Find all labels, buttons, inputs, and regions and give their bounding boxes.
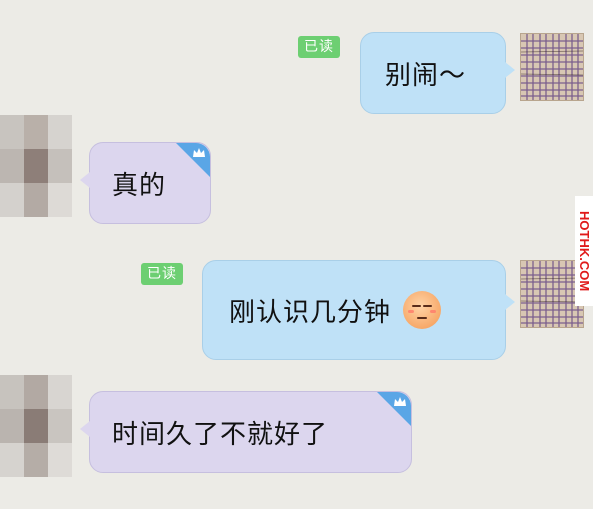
read-receipt-badge: 已读 [298, 36, 340, 58]
message-text: 别闹～ [385, 60, 467, 91]
message-text: 真的 [112, 170, 167, 201]
user-avatar[interactable] [520, 33, 584, 101]
message-text: 刚认识几分钟 [229, 297, 392, 328]
bubble-tail [505, 294, 515, 310]
message-bubble-outgoing[interactable]: 刚认识几分钟 [202, 260, 506, 360]
crown-icon [394, 397, 406, 406]
message-bubble-incoming[interactable]: 时间久了不就好了 [89, 391, 412, 473]
contact-avatar-blurred[interactable] [0, 375, 72, 477]
contact-avatar-blurred[interactable] [0, 115, 72, 217]
watermark: HOTHK.COM [575, 196, 593, 306]
message-text: 时间久了不就好了 [112, 419, 329, 450]
bubble-tail [505, 62, 515, 78]
relieved-face-emoji [403, 291, 442, 329]
read-receipt-badge: 已读 [141, 263, 183, 285]
crown-icon [193, 148, 205, 157]
bubble-tail [80, 172, 90, 188]
message-bubble-outgoing[interactable]: 别闹～ [360, 32, 506, 114]
bubble-tail [80, 421, 90, 437]
message-bubble-incoming[interactable]: 真的 [89, 142, 211, 224]
